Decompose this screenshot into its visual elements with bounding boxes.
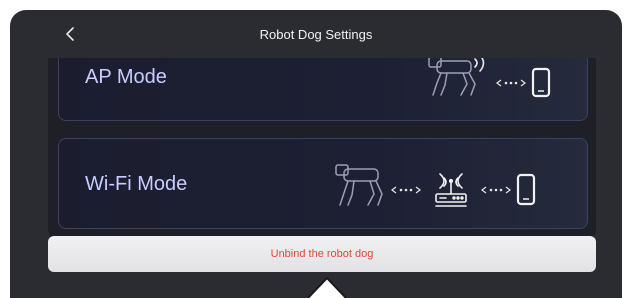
back-button[interactable] [60, 23, 82, 45]
pointer-arrow-icon [307, 277, 347, 298]
app-window: Robot Dog Settings AP Mode Wi-Fi Mode Un… [10, 10, 622, 298]
header-bar: Robot Dog Settings [10, 10, 622, 58]
ap-mode-card[interactable]: AP Mode [58, 58, 588, 121]
robot-dog-icon [335, 164, 383, 206]
dotted-link-icon [481, 186, 511, 194]
mode-list: AP Mode Wi-Fi Mode [48, 58, 596, 238]
wifi-mode-card[interactable]: Wi-Fi Mode [58, 138, 588, 229]
phone-icon [531, 67, 551, 98]
wifi-mode-illustration [335, 164, 536, 207]
unbind-robot-dog-button[interactable]: Unbind the robot dog [48, 236, 596, 272]
dotted-link-icon [391, 186, 421, 194]
chevron-left-icon [66, 27, 74, 41]
robot-dog-icon [428, 58, 476, 96]
wifi-mode-title: Wi-Fi Mode [85, 173, 188, 195]
ap-mode-illustration [428, 58, 551, 98]
signal-waves-icon [474, 58, 485, 72]
page-title: Robot Dog Settings [259, 26, 373, 42]
dotted-link-icon [496, 79, 526, 87]
wifi-router-icon [435, 173, 467, 207]
ap-mode-title: AP Mode [85, 66, 167, 88]
phone-icon [516, 173, 536, 206]
